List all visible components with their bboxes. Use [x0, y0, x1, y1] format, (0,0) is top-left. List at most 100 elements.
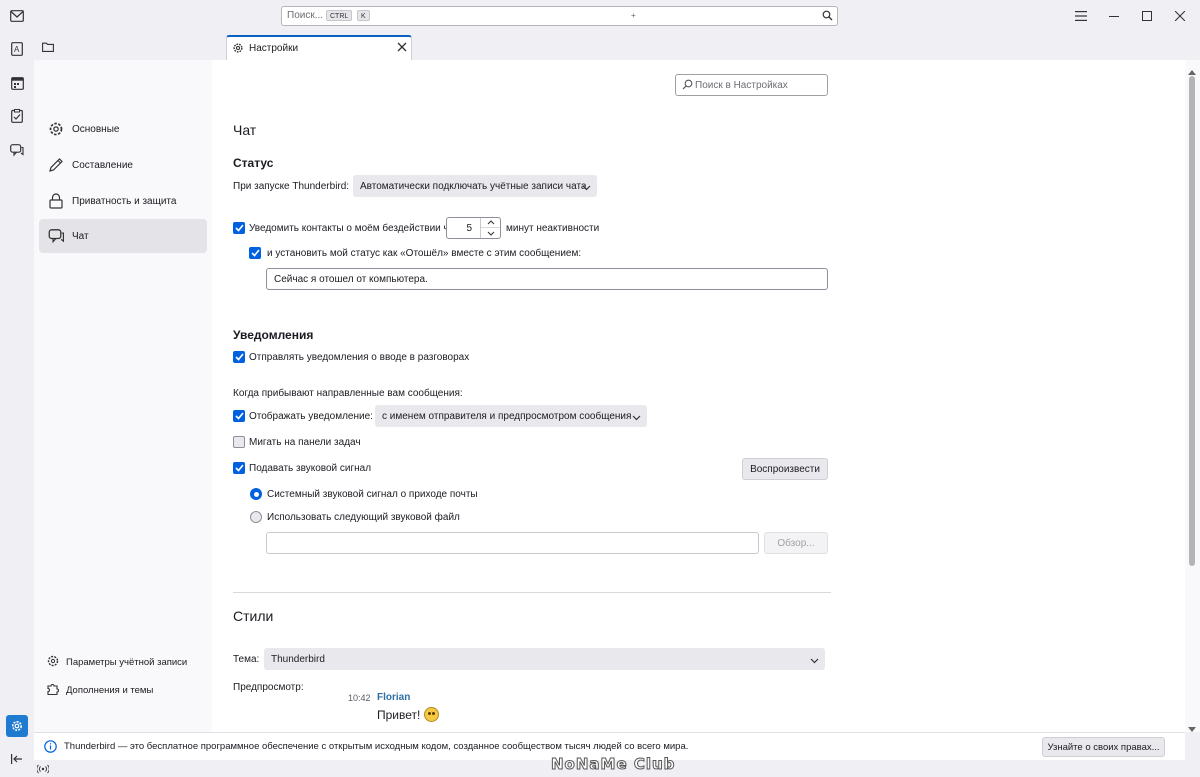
- spaces-toolbar: A: [0, 0, 34, 777]
- addons-themes-label: Дополнения и темы: [66, 685, 154, 696]
- show-notification-checkbox[interactable]: [233, 410, 245, 422]
- styles-heading: Стили: [233, 608, 274, 624]
- flash-taskbar-checkbox[interactable]: [233, 436, 245, 448]
- away-message-value: Сейчас я отошел от компьютера.: [274, 274, 428, 285]
- preview-message-text: Привет!: [377, 707, 421, 722]
- calendar-icon: [10, 76, 24, 90]
- chat-icon: [47, 227, 65, 245]
- lock-icon: [47, 192, 65, 210]
- stepper-down-button[interactable]: [481, 228, 500, 238]
- checkmark-icon: [250, 249, 260, 257]
- settings-sidebar: Основные Составление Приватность и защит…: [34, 60, 212, 732]
- notification-detail-value: с именем отправителя и предпросмотром со…: [382, 410, 632, 422]
- know-your-rights-button[interactable]: Узнайте о своих правах...: [1042, 737, 1165, 757]
- chat-heading: Чат: [233, 122, 257, 138]
- category-label: Приватность и защита: [72, 195, 177, 207]
- close-tab-icon[interactable]: [397, 41, 407, 55]
- checkmark-icon: [234, 412, 244, 420]
- shortcut-key-ctrl: CTRL: [326, 10, 353, 21]
- category-chat[interactable]: Чат: [39, 219, 207, 253]
- scrollbar[interactable]: [1185, 60, 1200, 732]
- find-in-settings-field[interactable]: [675, 74, 828, 96]
- tasks-icon: [11, 109, 23, 123]
- idle-minutes-stepper[interactable]: 5: [446, 217, 501, 239]
- chevron-down-icon: [582, 181, 591, 195]
- typing-notify-checkbox[interactable]: [233, 351, 245, 363]
- mail-space-button[interactable]: [6, 5, 28, 27]
- play-sound-button[interactable]: Воспроизвести: [742, 458, 828, 480]
- chat-space-button[interactable]: [6, 139, 28, 161]
- category-label: Составление: [72, 159, 133, 171]
- app-menu-button[interactable]: [1071, 6, 1091, 26]
- close-window-button[interactable]: [1170, 6, 1190, 26]
- shortcut-key-k: K: [357, 10, 370, 21]
- category-general[interactable]: Основные: [39, 112, 207, 146]
- global-search-placeholder: Поиск...: [287, 10, 324, 21]
- calendar-space-button[interactable]: [6, 72, 28, 94]
- preview-time: 10:42: [348, 693, 371, 703]
- notification-detail-select[interactable]: с именем отправителя и предпросмотром со…: [375, 405, 647, 427]
- play-sound-checkbox[interactable]: [233, 462, 245, 474]
- chevron-down-icon: [632, 411, 641, 425]
- tasks-space-button[interactable]: [6, 105, 28, 127]
- settings-space-button[interactable]: [6, 715, 28, 737]
- scroll-down-arrow-icon[interactable]: [1188, 721, 1196, 735]
- account-settings-icon: [46, 654, 60, 671]
- scrollbar-thumb[interactable]: [1189, 76, 1195, 566]
- theme-select[interactable]: Thunderbird: [264, 648, 825, 670]
- show-notification-label: Отображать уведомление:: [249, 411, 373, 422]
- tab-settings[interactable]: Настройки: [226, 35, 412, 60]
- collapse-left-icon: [11, 754, 22, 764]
- chevron-up-icon: [487, 220, 494, 225]
- idle-suffix-label: минут неактивности: [506, 223, 600, 234]
- chevron-down-icon: [487, 231, 494, 236]
- sound-file-field[interactable]: [266, 532, 759, 554]
- startup-action-select[interactable]: Автоматически подключать учётные записи …: [353, 175, 597, 197]
- checkmark-icon: [234, 353, 244, 361]
- global-search-bar[interactable]: Поиск... CTRL + K: [281, 6, 838, 26]
- addons-themes-link[interactable]: Дополнения и темы: [46, 682, 153, 699]
- tab-label: Настройки: [249, 43, 299, 54]
- minimize-button[interactable]: [1104, 6, 1124, 26]
- chat-settings-pane: Чат Статус При запуске Thunderbird: Авто…: [212, 60, 1185, 732]
- startup-label: При запуске Thunderbird:: [233, 181, 350, 192]
- rights-notification-text: Thunderbird — это бесплатное программное…: [64, 741, 689, 752]
- chat-icon: [10, 143, 24, 156]
- idle-notify-label: Уведомить контакты о моём бездействии че…: [249, 223, 470, 234]
- search-icon[interactable]: [822, 10, 833, 24]
- category-composition[interactable]: Составление: [39, 148, 207, 182]
- status-heading: Статус: [233, 156, 274, 170]
- online-status-icon[interactable]: [36, 763, 50, 777]
- startup-action-value: Автоматически подключать учётные записи …: [360, 180, 587, 192]
- gear-icon: [47, 120, 65, 138]
- collapse-spaces-button[interactable]: [6, 748, 28, 770]
- browse-button[interactable]: Обзор...: [764, 532, 828, 554]
- idle-notify-checkbox[interactable]: [233, 222, 245, 234]
- custom-sound-radio[interactable]: [250, 511, 262, 523]
- system-sound-radio[interactable]: [250, 488, 262, 500]
- pencil-icon: [47, 156, 65, 174]
- address-book-space-button[interactable]: A: [6, 38, 28, 60]
- watermark-text: NoNaMe Club: [550, 755, 676, 774]
- gear-icon: [12, 721, 22, 731]
- mail-tab-folder-icon[interactable]: [42, 41, 54, 55]
- preview-message: Привет!: [377, 707, 440, 722]
- custom-sound-label: Использовать следующий звуковой файл: [267, 512, 460, 523]
- away-status-label: и установить мой статус как «Отошёл» вме…: [267, 248, 582, 259]
- incoming-messages-label: Когда прибывают направленные вам сообщен…: [233, 388, 463, 399]
- find-in-settings-input[interactable]: [695, 78, 823, 93]
- account-settings-link[interactable]: Параметры учётной записи: [46, 654, 187, 671]
- category-label: Чат: [72, 230, 89, 242]
- stepper-up-button[interactable]: [481, 218, 500, 228]
- maximize-icon: [1142, 11, 1152, 21]
- category-privacy[interactable]: Приватность и защита: [39, 184, 207, 218]
- typing-notify-label: Отправлять уведомления о вводе в разгово…: [249, 352, 470, 363]
- maximize-button[interactable]: [1137, 6, 1157, 26]
- mail-icon: [10, 10, 24, 22]
- away-status-checkbox[interactable]: [249, 247, 261, 259]
- play-sound-label: Подавать звуковой сигнал: [249, 463, 372, 474]
- minimize-icon: [1109, 16, 1119, 17]
- title-bar: Поиск... CTRL + K: [0, 0, 1200, 33]
- away-message-field[interactable]: Сейчас я отошел от компьютера.: [266, 268, 828, 290]
- hamburger-icon: [1075, 11, 1087, 21]
